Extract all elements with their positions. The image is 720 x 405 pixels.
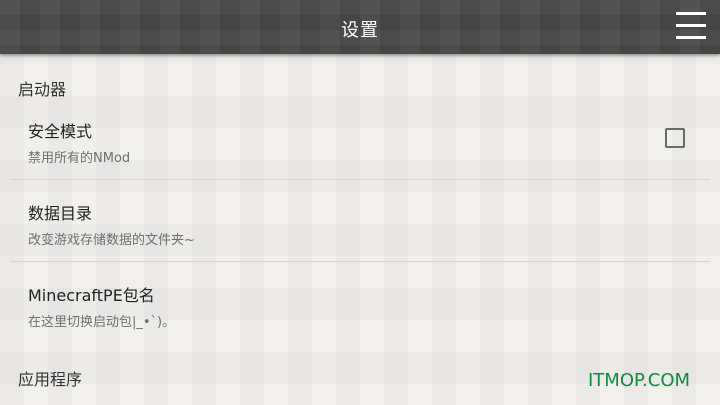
setting-title: 数据目录 <box>28 204 93 223</box>
hamburger-menu-icon[interactable] <box>672 9 708 41</box>
setting-safe-mode[interactable]: 安全模式 禁用所有的NMod <box>10 104 710 184</box>
top-app-bar: 设置 <box>0 0 720 54</box>
setting-title: MinecraftPE包名 <box>28 286 155 305</box>
section-header-launcher: 启动器 <box>18 80 67 99</box>
setting-subtitle: 在这里切换启动包|_•`)。 <box>28 315 176 330</box>
divider <box>10 179 710 180</box>
watermark: ITMOP.COM <box>588 370 691 391</box>
section-header-application: 应用程序 <box>18 370 83 389</box>
page-title: 设置 <box>341 20 379 41</box>
safe-mode-checkbox[interactable] <box>665 128 685 148</box>
setting-subtitle: 禁用所有的NMod <box>28 151 131 166</box>
setting-data-directory[interactable]: 数据目录 改变游戏存储数据的文件夹~ <box>10 186 710 266</box>
setting-subtitle: 改变游戏存储数据的文件夹~ <box>28 233 195 248</box>
divider <box>10 261 710 262</box>
setting-package-name[interactable]: MinecraftPE包名 在这里切换启动包|_•`)。 <box>10 268 710 348</box>
setting-title: 安全模式 <box>28 122 93 141</box>
